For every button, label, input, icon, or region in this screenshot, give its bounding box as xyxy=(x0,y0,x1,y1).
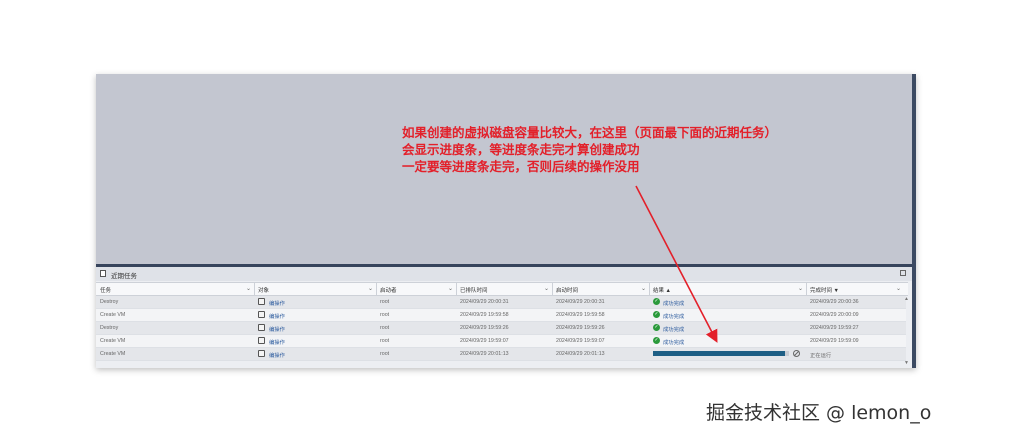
red-arrow xyxy=(635,185,718,343)
watermark: 掘金技术社区 @ lemon_o xyxy=(706,402,932,424)
